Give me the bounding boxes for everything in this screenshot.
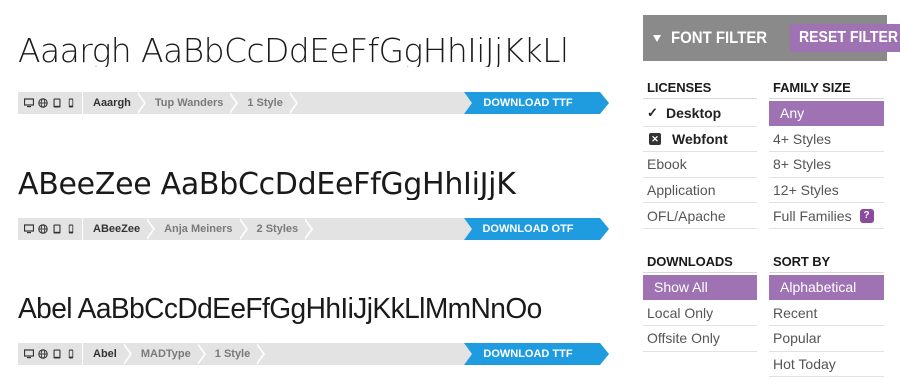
tablet-icon bbox=[53, 224, 61, 234]
font-name-link[interactable]: Aaargh bbox=[82, 92, 146, 114]
styles-count[interactable]: 1 Style bbox=[237, 92, 299, 114]
filter-header[interactable]: FONT FILTER RESET FILTER bbox=[643, 15, 900, 61]
desktop-icon bbox=[24, 224, 34, 234]
styles-count[interactable]: 2 Styles bbox=[247, 218, 313, 240]
phone-icon bbox=[68, 349, 74, 359]
tablet-icon bbox=[53, 349, 61, 359]
checkmark-icon: ✓ bbox=[647, 105, 658, 121]
sort-by-heading: SORT BY bbox=[769, 253, 884, 273]
family-8plus-option[interactable]: 8+ Styles bbox=[769, 152, 884, 178]
phone-icon bbox=[68, 98, 74, 108]
license-webfont-option[interactable]: ✕ Webfont bbox=[643, 127, 757, 153]
family-full-option[interactable]: Full Families? bbox=[769, 203, 884, 229]
device-icons bbox=[18, 92, 82, 114]
font-card-abeezee: ABeeZee AaBbCcDdEeFfGgHhIiJjK ABeeZee An… bbox=[18, 170, 609, 240]
desktop-icon bbox=[24, 349, 34, 359]
font-info-bar: Aaargh Tup Wanders 1 Style DOWNLOAD TTF bbox=[18, 92, 609, 114]
license-ofl-option[interactable]: OFL/Apache bbox=[643, 203, 757, 229]
font-sample-text[interactable]: Abel AaBbCcDdEeFfGgHhIiJjKkLlMmNnOo bbox=[18, 295, 583, 324]
download-button[interactable]: DOWNLOAD OTF bbox=[464, 218, 609, 240]
designer-link[interactable]: Tup Wanders bbox=[145, 92, 239, 114]
sort-recent-option[interactable]: Recent bbox=[769, 301, 884, 327]
styles-count[interactable]: 1 Style bbox=[205, 343, 266, 365]
license-desktop-option[interactable]: ✓ Desktop bbox=[643, 101, 757, 127]
family-size-heading: FAMILY SIZE bbox=[769, 79, 884, 99]
font-card-aaargh: Aaargh AaBbCcDdEeFfGgHhIiJjKkLl Aaargh T… bbox=[18, 34, 609, 114]
download-button[interactable]: DOWNLOAD TTF bbox=[464, 92, 609, 114]
downloads-section: DOWNLOADS Show All Local Only Offsite On… bbox=[643, 253, 757, 352]
reset-filter-button[interactable]: RESET FILTER bbox=[790, 24, 900, 52]
download-button[interactable]: DOWNLOAD TTF bbox=[464, 343, 609, 365]
license-application-option[interactable]: Application bbox=[643, 178, 757, 204]
filter-title: FONT FILTER bbox=[671, 28, 768, 47]
family-any-option[interactable]: Any bbox=[769, 101, 884, 127]
designer-link[interactable]: MADType bbox=[131, 343, 206, 365]
device-icons bbox=[18, 343, 82, 365]
sort-hot-today-option[interactable]: Hot Today bbox=[769, 352, 884, 378]
downloads-show-all-option[interactable]: Show All bbox=[643, 275, 757, 301]
licenses-section: LICENSES ✓ Desktop ✕ Webfont Ebook Applica… bbox=[643, 79, 757, 229]
family-4plus-option[interactable]: 4+ Styles bbox=[769, 127, 884, 153]
font-sample-text[interactable]: ABeeZee AaBbCcDdEeFfGgHhIiJjK bbox=[18, 170, 600, 200]
downloads-local-option[interactable]: Local Only bbox=[643, 301, 757, 327]
font-sample-text[interactable]: Aaargh AaBbCcDdEeFfGgHhIiJjKkLl bbox=[18, 34, 600, 67]
downloads-heading: DOWNLOADS bbox=[643, 253, 757, 273]
globe-icon bbox=[38, 349, 48, 359]
device-icons bbox=[18, 218, 82, 240]
help-icon[interactable]: ? bbox=[859, 208, 874, 223]
license-ebook-option[interactable]: Ebook bbox=[643, 152, 757, 178]
font-info-bar: ABeeZee Anja Meiners 2 Styles DOWNLOAD O… bbox=[18, 218, 609, 240]
sort-alphabetical-option[interactable]: Alphabetical bbox=[769, 275, 884, 301]
desktop-icon bbox=[24, 98, 34, 108]
font-name-link[interactable]: Abel bbox=[82, 343, 132, 365]
font-info-bar: Abel MADType 1 Style DOWNLOAD TTF bbox=[18, 343, 609, 365]
x-box-icon: ✕ bbox=[649, 132, 661, 145]
family-12plus-option[interactable]: 12+ Styles bbox=[769, 178, 884, 204]
globe-icon bbox=[38, 98, 48, 108]
globe-icon bbox=[38, 224, 48, 234]
designer-link[interactable]: Anja Meiners bbox=[154, 218, 249, 240]
licenses-heading: LICENSES bbox=[643, 79, 757, 99]
font-filter-panel: FONT FILTER RESET FILTER LICENSES ✓ Deskt… bbox=[643, 15, 900, 378]
font-card-abel: Abel AaBbCcDdEeFfGgHhIiJjKkLlMmNnOo Abel… bbox=[18, 295, 609, 365]
sort-popular-option[interactable]: Popular bbox=[769, 326, 884, 352]
sort-by-section: SORT BY Alphabetical Recent Popular Hot … bbox=[769, 253, 884, 378]
phone-icon bbox=[68, 224, 74, 234]
font-name-link[interactable]: ABeeZee bbox=[82, 218, 156, 240]
tablet-icon bbox=[53, 98, 61, 108]
collapse-triangle-icon[interactable] bbox=[653, 34, 661, 42]
family-size-section: FAMILY SIZE Any 4+ Styles 8+ Styles 12+ … bbox=[769, 79, 884, 229]
downloads-offsite-option[interactable]: Offsite Only bbox=[643, 326, 757, 352]
